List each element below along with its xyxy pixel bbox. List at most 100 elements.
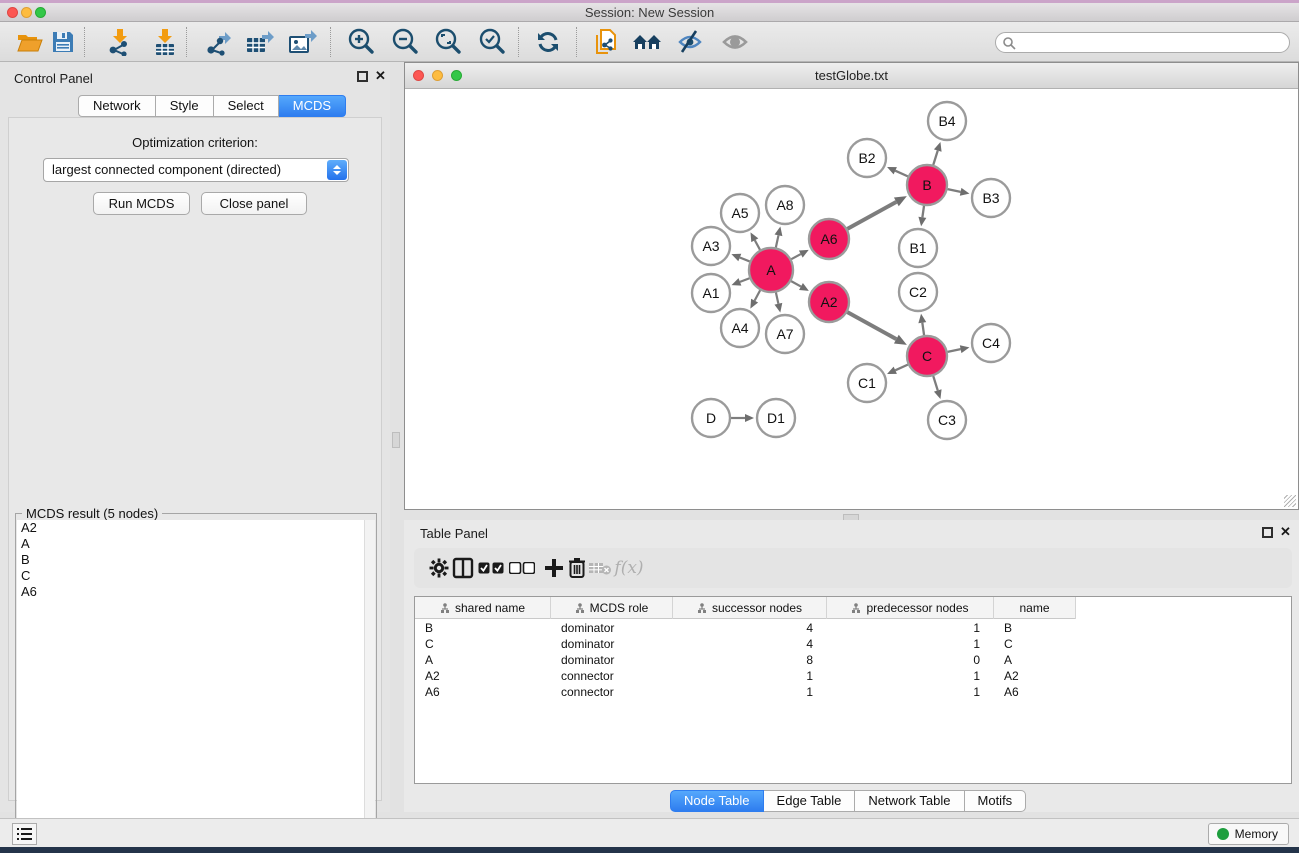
- network-canvas[interactable]: B4B2BB3A8A5A6A3B1AC2A1A2A4A7C4CC1DD1C3: [405, 89, 1298, 509]
- network-window-titlebar[interactable]: testGlobe.txt: [405, 63, 1298, 89]
- export-network-button[interactable]: [200, 27, 236, 57]
- edge-A-A1[interactable]: [740, 278, 750, 282]
- resize-grip-icon[interactable]: [1284, 495, 1296, 507]
- edge-A-A6[interactable]: [791, 254, 800, 259]
- tab-node-table[interactable]: Node Table: [670, 790, 764, 812]
- mcds-result-item[interactable]: A6: [17, 584, 365, 600]
- float-panel-icon[interactable]: [357, 71, 368, 82]
- mcds-result-item[interactable]: B: [17, 552, 365, 568]
- tab-network-table[interactable]: Network Table: [855, 790, 964, 812]
- edge-A-A8[interactable]: [776, 235, 779, 247]
- float-table-panel-icon[interactable]: [1262, 527, 1273, 538]
- column-header-successor-nodes[interactable]: successor nodes: [673, 597, 827, 619]
- close-view-button[interactable]: [413, 70, 424, 81]
- function-builder-button[interactable]: f(x): [612, 555, 646, 581]
- close-panel-icon[interactable]: ✕: [375, 68, 386, 84]
- select-all-checks-button[interactable]: [476, 555, 506, 581]
- run-mcds-button[interactable]: Run MCDS: [93, 192, 190, 215]
- table-cell: A: [425, 652, 551, 668]
- minimize-window-button[interactable]: [21, 7, 32, 18]
- delete-table-button[interactable]: [587, 555, 613, 581]
- column-visibility-button[interactable]: [450, 555, 476, 581]
- save-session-button[interactable]: [45, 27, 81, 57]
- table-header: shared nameMCDS rolesuccessor nodes prede…: [415, 597, 1076, 619]
- edge-A6-B[interactable]: [847, 202, 896, 229]
- edge-A-A5[interactable]: [755, 240, 760, 250]
- export-image-icon: [288, 28, 318, 56]
- select-stepper-icon[interactable]: [327, 160, 347, 180]
- edge-C-C2[interactable]: [922, 323, 924, 336]
- mcds-result-item[interactable]: C: [17, 568, 365, 584]
- memory-button[interactable]: Memory: [1208, 823, 1289, 845]
- tab-edge-table[interactable]: Edge Table: [764, 790, 856, 812]
- edge-C-C1[interactable]: [895, 365, 908, 371]
- tab-network[interactable]: Network: [78, 95, 156, 117]
- hierarchy-icon: [440, 603, 450, 614]
- table-cell: 1: [673, 684, 813, 700]
- import-table-button[interactable]: [147, 27, 183, 57]
- column-visibility-icon: [452, 557, 474, 579]
- zoom-in-button[interactable]: [343, 27, 379, 57]
- table-row[interactable]: A6connector11A6: [415, 684, 1291, 700]
- task-history-button[interactable]: [12, 823, 37, 845]
- tab-style[interactable]: Style: [156, 95, 214, 117]
- table-cell: connector: [561, 668, 673, 684]
- table-row[interactable]: Bdominator41B: [415, 620, 1291, 636]
- zoom-selected-button[interactable]: [474, 27, 510, 57]
- column-header-label: predecessor nodes: [866, 601, 968, 615]
- control-panel-tabs: Network Style Select MCDS: [78, 95, 346, 117]
- settings-gear-button[interactable]: [426, 555, 452, 581]
- table-row[interactable]: A2connector11A2: [415, 668, 1291, 684]
- node-table[interactable]: shared nameMCDS rolesuccessor nodes prede…: [414, 596, 1292, 784]
- clone-network-button[interactable]: [588, 27, 624, 57]
- column-header-shared-name[interactable]: shared name: [415, 597, 551, 619]
- table-row[interactable]: Cdominator41C: [415, 636, 1291, 652]
- mcds-result-item[interactable]: A: [17, 536, 365, 552]
- optimization-criterion-select[interactable]: largest connected component (directed): [43, 158, 349, 182]
- zoom-fit-button[interactable]: [430, 27, 466, 57]
- import-network-button[interactable]: [102, 27, 138, 57]
- close-table-panel-icon[interactable]: ✕: [1280, 524, 1291, 540]
- edge-A2-C[interactable]: [847, 312, 896, 339]
- search-text[interactable]: [1016, 36, 1276, 50]
- tab-mcds[interactable]: MCDS: [279, 95, 346, 117]
- network-window-title: testGlobe.txt: [405, 63, 1298, 89]
- minimize-view-button[interactable]: [432, 70, 443, 81]
- zoom-window-button[interactable]: [35, 7, 46, 18]
- column-header-name[interactable]: name: [994, 597, 1076, 619]
- edge-C-C4[interactable]: [948, 349, 961, 352]
- mcds-list-scrollbar[interactable]: [364, 520, 375, 851]
- refresh-button[interactable]: [530, 27, 566, 57]
- edge-C-C3[interactable]: [933, 376, 937, 390]
- mcds-result-list[interactable]: A2ABCA6: [17, 520, 365, 851]
- edge-B-B2[interactable]: [895, 171, 908, 177]
- column-header-predecessor-nodes[interactable]: predecessor nodes: [827, 597, 994, 619]
- search-input[interactable]: [995, 32, 1290, 53]
- edge-B-B4[interactable]: [933, 151, 937, 165]
- clone-network-icon: [593, 27, 619, 57]
- mcds-result-item[interactable]: A2: [17, 520, 365, 536]
- close-panel-button[interactable]: Close panel: [201, 192, 307, 215]
- column-header-MCDS-role[interactable]: MCDS role: [551, 597, 673, 619]
- show-details-button[interactable]: [717, 27, 753, 57]
- home-button[interactable]: [629, 27, 665, 57]
- edge-A-A2[interactable]: [791, 281, 801, 286]
- open-file-button[interactable]: [12, 27, 48, 57]
- tab-select[interactable]: Select: [214, 95, 279, 117]
- maximize-view-button[interactable]: [451, 70, 462, 81]
- edge-A-A4[interactable]: [755, 290, 761, 300]
- edge-B-B3[interactable]: [948, 189, 961, 192]
- table-row[interactable]: Adominator80A: [415, 652, 1291, 668]
- close-window-button[interactable]: [7, 7, 18, 18]
- export-image-button[interactable]: [285, 27, 321, 57]
- deselect-all-checks-button[interactable]: [507, 555, 537, 581]
- hide-details-button[interactable]: [672, 27, 708, 57]
- edge-B-B1[interactable]: [922, 206, 924, 218]
- edge-A-A7[interactable]: [776, 292, 778, 303]
- optimization-criterion-value: largest connected component (directed): [52, 162, 281, 177]
- zoom-out-button[interactable]: [387, 27, 423, 57]
- tab-motifs[interactable]: Motifs: [965, 790, 1027, 812]
- vertical-split-handle[interactable]: [392, 432, 400, 448]
- export-table-button[interactable]: [242, 27, 278, 57]
- edge-A-A3[interactable]: [740, 258, 750, 262]
